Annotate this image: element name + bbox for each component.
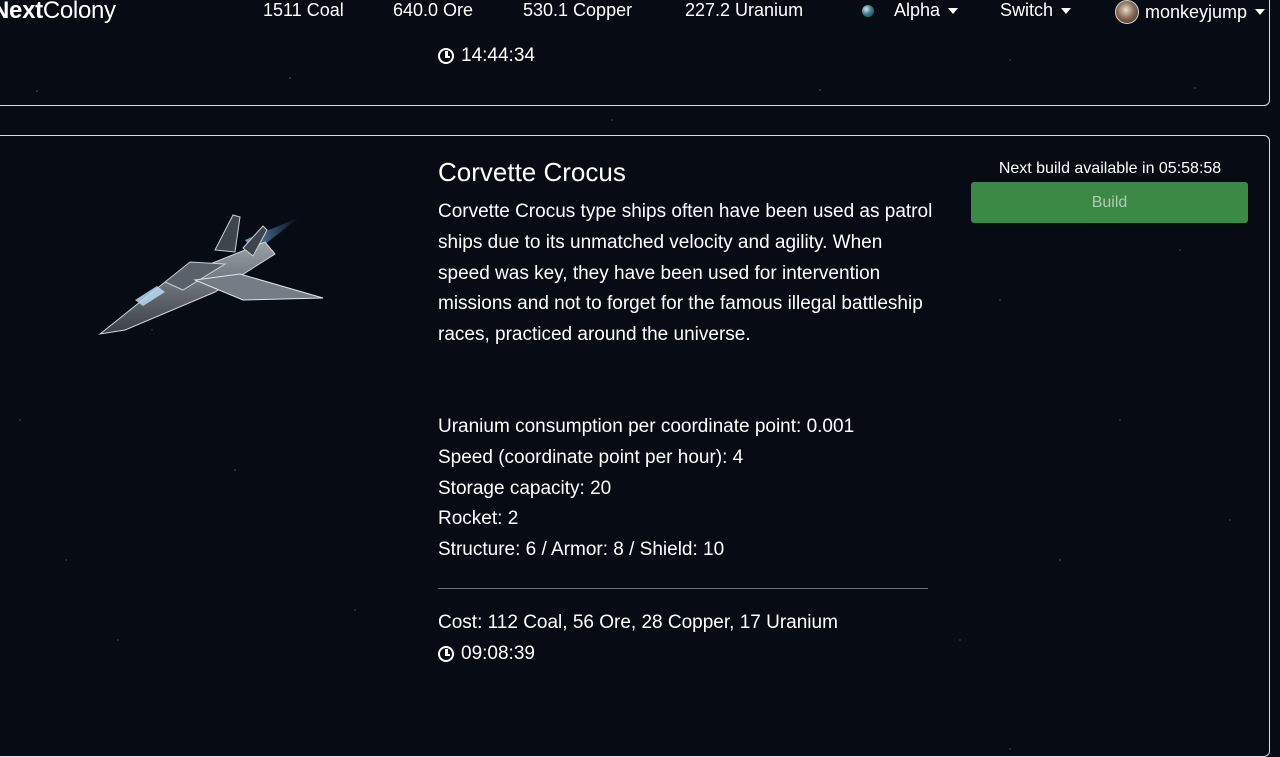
- stat-storage-capacity: Storage capacity: 20: [438, 477, 612, 499]
- ship-build-time: 09:08:39: [438, 643, 535, 665]
- stat-uranium-consumption: Uranium consumption per coordinate point…: [438, 416, 855, 437]
- stat-rocket: Rocket: 2: [438, 508, 519, 530]
- corvette-ship-image: [98, 214, 324, 335]
- build-button[interactable]: Build: [971, 182, 1248, 223]
- clock-icon: [438, 48, 454, 64]
- ship-build-time-value: 09:08:39: [461, 643, 535, 664]
- previous-build-timer-value: 14:44:34: [461, 45, 535, 66]
- ship-stats-list: Uranium consumption per coordinate point…: [438, 412, 854, 566]
- next-build-status: Next build available in 05:58:58: [998, 160, 1222, 177]
- ship-title: Corvette Crocus: [438, 157, 626, 187]
- section-divider: [438, 588, 928, 589]
- clock-icon: [438, 646, 454, 662]
- previous-build-timer: 14:44:34: [438, 45, 535, 67]
- previous-ship-card: [0, 0, 1270, 106]
- ship-cost: Cost: 112 Coal, 56 Ore, 28 Copper, 17 Ur…: [438, 612, 838, 633]
- ship-description: Corvette Crocus type ships often have be…: [438, 201, 933, 346]
- stat-speed: Speed (coordinate point per hour): 4: [438, 446, 744, 468]
- stat-structure-armor-shield: Structure: 6 / Armor: 8 / Shield: 10: [438, 539, 725, 561]
